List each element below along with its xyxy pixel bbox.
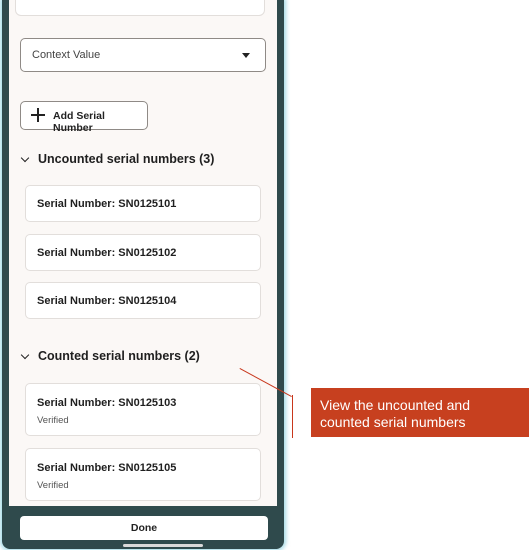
chevron-down-icon bbox=[20, 153, 30, 163]
serial-number-text: Serial Number: SN0125104 bbox=[37, 295, 177, 307]
verified-status: Verified bbox=[37, 415, 69, 426]
counted-serial-item[interactable]: Serial Number: SN0125103 Verified bbox=[25, 383, 261, 436]
add-serial-number-button[interactable]: Add Serial Number bbox=[20, 101, 148, 134]
counted-section-header[interactable]: Counted serial numbers (2) bbox=[19, 349, 259, 367]
home-indicator bbox=[123, 544, 203, 547]
counted-serial-item[interactable]: Serial Number: SN0125105 Verified bbox=[25, 448, 261, 501]
serial-number-text: Serial Number: SN0125105 bbox=[37, 462, 177, 474]
footer-bar: Done bbox=[9, 506, 277, 549]
serial-number-text: Serial Number: SN0125101 bbox=[37, 198, 177, 210]
callout-text: View the uncounted and counted serial nu… bbox=[320, 397, 470, 430]
uncounted-serial-item[interactable]: Serial Number: SN0125104 bbox=[25, 282, 261, 319]
uncounted-serial-item[interactable]: Serial Number: SN0125101 bbox=[25, 185, 261, 222]
app-screen: Context Value Add Serial Number Uncounte… bbox=[9, 0, 277, 549]
plus-icon bbox=[30, 107, 46, 123]
callout-bracket-line bbox=[292, 395, 294, 438]
previous-card bbox=[15, 0, 265, 16]
context-value-select[interactable]: Context Value bbox=[20, 38, 266, 72]
uncounted-serial-item[interactable]: Serial Number: SN0125102 bbox=[25, 234, 261, 271]
callout-box: View the uncounted and counted serial nu… bbox=[311, 388, 529, 437]
caret-down-icon bbox=[242, 53, 250, 58]
chevron-down-icon bbox=[20, 350, 30, 360]
add-serial-number-label: Add Serial Number bbox=[53, 110, 105, 134]
verified-status: Verified bbox=[37, 480, 69, 491]
serial-number-text: Serial Number: SN0125102 bbox=[37, 247, 177, 259]
phone-frame: Context Value Add Serial Number Uncounte… bbox=[0, 0, 286, 550]
uncounted-section-title: Uncounted serial numbers (3) bbox=[38, 152, 215, 166]
serial-number-text: Serial Number: SN0125103 bbox=[37, 397, 177, 409]
done-button[interactable]: Done bbox=[20, 516, 268, 540]
uncounted-section-header[interactable]: Uncounted serial numbers (3) bbox=[19, 152, 259, 170]
context-value-label: Context Value bbox=[32, 49, 101, 61]
counted-section-title: Counted serial numbers (2) bbox=[38, 349, 200, 363]
